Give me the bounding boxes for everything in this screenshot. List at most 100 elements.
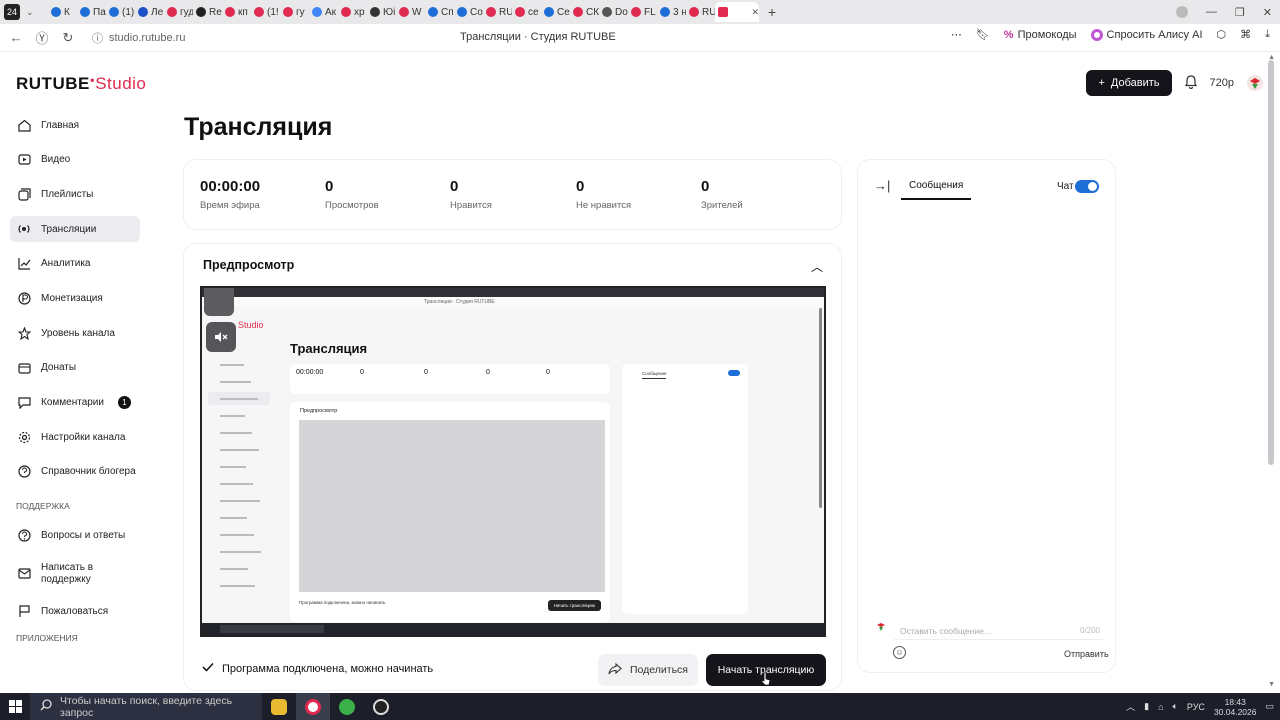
- sidebar-item[interactable]: Пожаловаться: [10, 598, 140, 624]
- yandex-icon[interactable]: Ⓨ: [32, 28, 52, 47]
- browser-tab[interactable]: Юі: [367, 2, 396, 22]
- browser-tab[interactable]: W: [396, 2, 425, 22]
- quality-label[interactable]: 720p: [1210, 77, 1234, 89]
- browser-tab[interactable]: RU: [686, 2, 715, 22]
- url-field[interactable]: ⓘ studio.rutube.ru: [92, 30, 185, 46]
- scroll-down-icon[interactable]: ▼: [1268, 681, 1275, 688]
- tray-app-icon[interactable]: ▮: [1144, 701, 1149, 712]
- browser-tab[interactable]: (1!: [251, 2, 280, 22]
- maximize-icon[interactable]: ❐: [1235, 6, 1245, 19]
- downloads-icon[interactable]: ⤓: [1265, 28, 1270, 41]
- close-tab-icon[interactable]: ✕: [751, 7, 759, 18]
- app-green-icon[interactable]: [330, 693, 364, 720]
- sidebar-item[interactable]: Видео: [10, 147, 140, 173]
- ask-alice-button[interactable]: Спросить Алису AI: [1090, 28, 1203, 41]
- page-scrollbar[interactable]: [1268, 60, 1274, 465]
- sidebar-item[interactable]: Аналитика: [10, 251, 140, 277]
- browser-tab[interactable]: гу: [280, 2, 309, 22]
- nested-sidebar-row: [208, 528, 270, 541]
- browser-tab[interactable]: Сп: [425, 2, 454, 22]
- browser-tab[interactable]: кп: [222, 2, 251, 22]
- collapse-panel-icon[interactable]: →|: [874, 178, 890, 193]
- collections-icon[interactable]: ⌘: [1240, 28, 1251, 41]
- browser-tab[interactable]: Re: [193, 2, 222, 22]
- sidebar-item[interactable]: Комментарии 1: [10, 390, 140, 416]
- browser-tab[interactable]: К: [48, 2, 77, 22]
- taskbar-search[interactable]: Чтобы начать поиск, введите здесь запрос: [30, 693, 262, 720]
- tab-favicon-icon: [399, 7, 409, 17]
- profile-icon[interactable]: [1175, 6, 1188, 18]
- site-info-icon[interactable]: ⓘ: [92, 30, 103, 46]
- tab-favicon-icon: [51, 7, 61, 17]
- browser-tab[interactable]: 3 н: [657, 2, 686, 22]
- minimize-icon[interactable]: —: [1206, 6, 1217, 18]
- bell-icon[interactable]: [1184, 74, 1198, 92]
- sidebar-item[interactable]: Уровень канала: [10, 320, 140, 346]
- windows-start-icon[interactable]: [0, 700, 30, 713]
- sidebar-item[interactable]: Вопросы и ответы: [10, 523, 140, 549]
- tab-messages[interactable]: Сообщения: [901, 174, 972, 200]
- emoji-icon[interactable]: ☺: [893, 646, 906, 659]
- tab-favicon-icon: [602, 7, 612, 17]
- tab-favicon-icon: [544, 7, 554, 17]
- network-icon[interactable]: ⌂: [1158, 702, 1163, 712]
- browser-tab[interactable]: Се: [541, 2, 570, 22]
- browser-tab[interactable]: Па: [77, 2, 106, 22]
- extensions-icon[interactable]: ⬡: [1217, 28, 1227, 41]
- notifications-icon[interactable]: ▭: [1265, 701, 1274, 712]
- close-window-icon[interactable]: ✕: [1263, 6, 1272, 19]
- send-button[interactable]: Отправить: [1064, 649, 1109, 659]
- sidebar-item[interactable]: Главная: [10, 112, 140, 138]
- browser-tab[interactable]: FL: [628, 2, 657, 22]
- browser-tab[interactable]: Do: [599, 2, 628, 22]
- mute-icon[interactable]: [206, 322, 236, 352]
- browser-tab[interactable]: гуд: [164, 2, 193, 22]
- more-icon[interactable]: ⋯: [951, 28, 962, 41]
- sidebar-item-label: Вопросы и ответы: [41, 530, 126, 542]
- bookmark-icon[interactable]: 🔖︎: [976, 28, 990, 41]
- profile-badge[interactable]: 24: [4, 4, 20, 20]
- rutube-studio-logo[interactable]: RUTUBE●Studio: [16, 74, 146, 94]
- browser-tab[interactable]: Со: [454, 2, 483, 22]
- browser-tab-bar: 24 ⌄ К Па (1) Ле гуд Re кп (1! гу Ак хр Юі W Сп Со RU се…: [0, 0, 1280, 24]
- new-tab-button[interactable]: +: [763, 4, 781, 20]
- share-button[interactable]: Поделиться: [598, 654, 698, 686]
- tray-expand-icon[interactable]: ︿: [1126, 700, 1135, 713]
- yandex-browser-icon[interactable]: [296, 693, 330, 720]
- back-icon[interactable]: ←: [6, 30, 26, 45]
- message-input[interactable]: Оставить сообщение… 0/200: [894, 620, 1104, 640]
- sidebar-item[interactable]: Настройки канала: [10, 424, 140, 450]
- sidebar-item[interactable]: Монетизация: [10, 285, 140, 311]
- add-button[interactable]: + Добавить: [1086, 70, 1172, 96]
- browser-tab[interactable]: Ле: [135, 2, 164, 22]
- stream-preview-video[interactable]: Трансляции · Студия RUTUBE Studio Трансл…: [200, 286, 826, 637]
- promo-button[interactable]: % Промокоды: [1004, 29, 1077, 41]
- reload-icon[interactable]: ↻: [58, 30, 78, 46]
- volume-icon[interactable]: 🔈︎: [1173, 701, 1178, 712]
- browser-tab[interactable]: RU: [483, 2, 512, 22]
- nested-sidebar-row: [208, 579, 270, 592]
- browser-tab[interactable]: СК: [570, 2, 599, 22]
- sidebar-item[interactable]: Справочник блогера: [10, 459, 140, 485]
- avatar[interactable]: [1246, 74, 1264, 92]
- sidebar-item[interactable]: Плейлисты: [10, 181, 140, 207]
- nested-video: [299, 420, 605, 592]
- sidebar-item[interactable]: Написать в поддержку: [10, 558, 140, 590]
- chat-toggle[interactable]: [1075, 180, 1099, 193]
- browser-tab[interactable]: се: [512, 2, 541, 22]
- tabs-menu-icon[interactable]: ⌄: [26, 7, 40, 18]
- sidebar-item[interactable]: Донаты: [10, 355, 140, 381]
- obs-icon[interactable]: [364, 693, 398, 720]
- browser-tab[interactable]: (1): [106, 2, 135, 22]
- sidebar-item[interactable]: Трансляции: [10, 216, 140, 243]
- collapse-chevron-icon[interactable]: ︿: [811, 258, 823, 275]
- active-tab[interactable]: ✕: [715, 2, 759, 22]
- browser-tab[interactable]: хр: [338, 2, 367, 22]
- language-indicator[interactable]: РУС: [1187, 702, 1205, 712]
- stat-viewers: 0 Зрителей: [701, 178, 743, 211]
- file-explorer-icon[interactable]: [262, 693, 296, 720]
- percent-icon: %: [1003, 28, 1014, 41]
- browser-tab[interactable]: Ак: [309, 2, 338, 22]
- overlay-control[interactable]: [204, 288, 234, 316]
- clock[interactable]: 18:43 30.04.2026: [1214, 697, 1257, 717]
